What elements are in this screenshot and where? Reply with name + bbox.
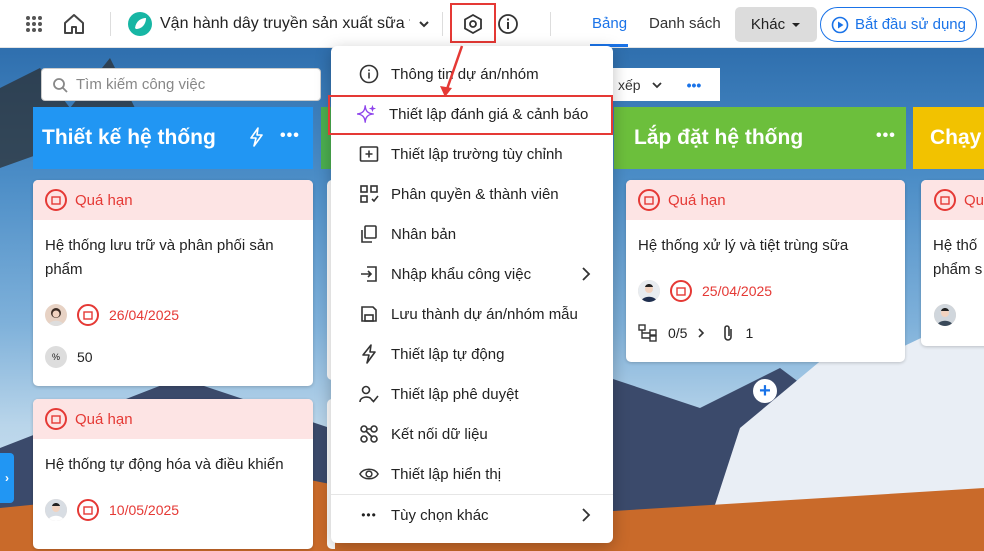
annotation-arrow — [440, 45, 464, 97]
